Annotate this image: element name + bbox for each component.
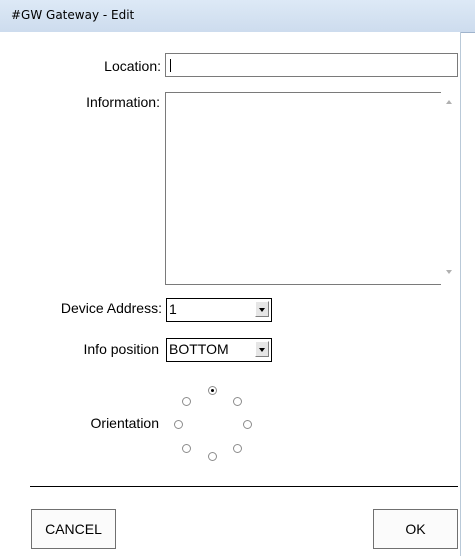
- info-position-value: BOTTOM: [169, 341, 229, 357]
- device-address-select[interactable]: 1: [166, 298, 272, 322]
- orientation-radio-up[interactable]: [208, 386, 217, 395]
- location-input[interactable]: [165, 53, 458, 77]
- device-address-value: 1: [169, 301, 177, 317]
- orientation-radio-down-left[interactable]: [182, 444, 191, 453]
- information-textarea[interactable]: [165, 92, 442, 285]
- chevron-down-icon[interactable]: [255, 341, 269, 357]
- cancel-button[interactable]: CANCEL: [31, 509, 116, 549]
- orientation-radio-up-left[interactable]: [182, 397, 191, 406]
- ok-button[interactable]: OK: [373, 509, 458, 549]
- orientation-radio-left[interactable]: [174, 420, 183, 429]
- information-scrollbar[interactable]: [441, 92, 458, 285]
- orientation-radio-up-right[interactable]: [233, 397, 242, 406]
- device-address-label: Device Address:: [60, 300, 162, 316]
- info-position-select[interactable]: BOTTOM: [166, 338, 272, 362]
- info-position-label: Info position: [83, 341, 160, 357]
- scroll-down-icon[interactable]: [446, 270, 452, 274]
- location-label: Location:: [104, 58, 161, 74]
- orientation-radio-right[interactable]: [243, 420, 252, 429]
- orientation-label: Orientation: [90, 415, 159, 431]
- edit-dialog: #GW Gateway - Edit Location: Information…: [0, 0, 475, 556]
- orientation-radio-down-right[interactable]: [233, 444, 242, 453]
- title-bar: #GW Gateway - Edit: [0, 0, 475, 33]
- information-label: Information:: [86, 94, 160, 110]
- window-title: #GW Gateway - Edit: [11, 8, 135, 22]
- chevron-down-icon[interactable]: [255, 301, 269, 317]
- orientation-radio-down[interactable]: [208, 452, 217, 461]
- separator-line: [30, 486, 458, 487]
- text-caret: [170, 59, 171, 72]
- scroll-up-icon[interactable]: [446, 100, 452, 104]
